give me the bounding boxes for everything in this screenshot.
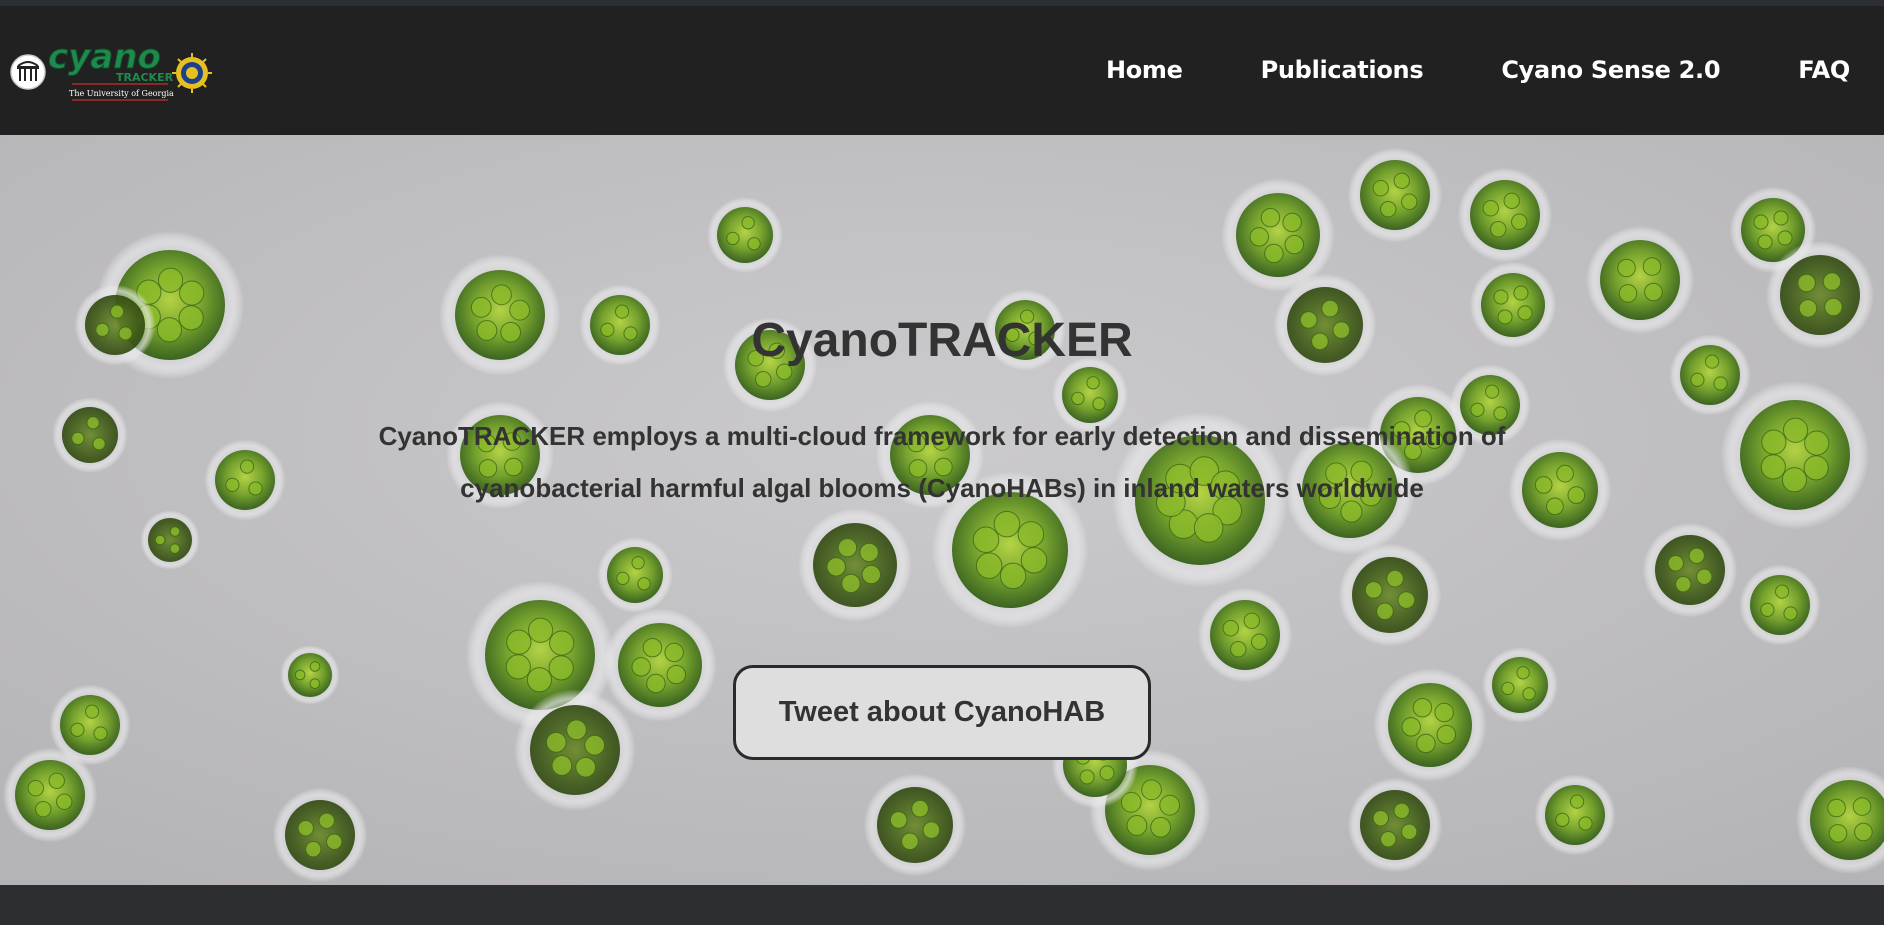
nav-home[interactable]: Home — [1106, 56, 1183, 84]
main-nav: Home Publications Cyano Sense 2.0 FAQ — [1028, 56, 1850, 84]
hero-section: CyanoTRACKER CyanoTRACKER employs a mult… — [0, 135, 1884, 885]
svg-text:The University of Georgia: The University of Georgia — [69, 89, 174, 98]
navbar: cyano TRACKER The University of Georgia … — [0, 6, 1884, 135]
nav-publications[interactable]: Publications — [1261, 56, 1424, 84]
hero-title: CyanoTRACKER — [751, 314, 1133, 367]
logo-graphic: cyano TRACKER The University of Georgia — [10, 37, 212, 101]
nav-cyano-sense[interactable]: Cyano Sense 2.0 — [1501, 56, 1720, 84]
hero-description: CyanoTRACKER employs a multi-cloud frame… — [378, 421, 1506, 503]
svg-text:TRACKER: TRACKER — [116, 71, 174, 84]
brand-logo[interactable]: cyano TRACKER The University of Georgia — [8, 36, 213, 106]
nav-faq[interactable]: FAQ — [1798, 56, 1850, 84]
footer-strip — [0, 885, 1884, 925]
tweet-about-cyanohab-button[interactable]: Tweet about CyanoHAB — [733, 665, 1151, 760]
